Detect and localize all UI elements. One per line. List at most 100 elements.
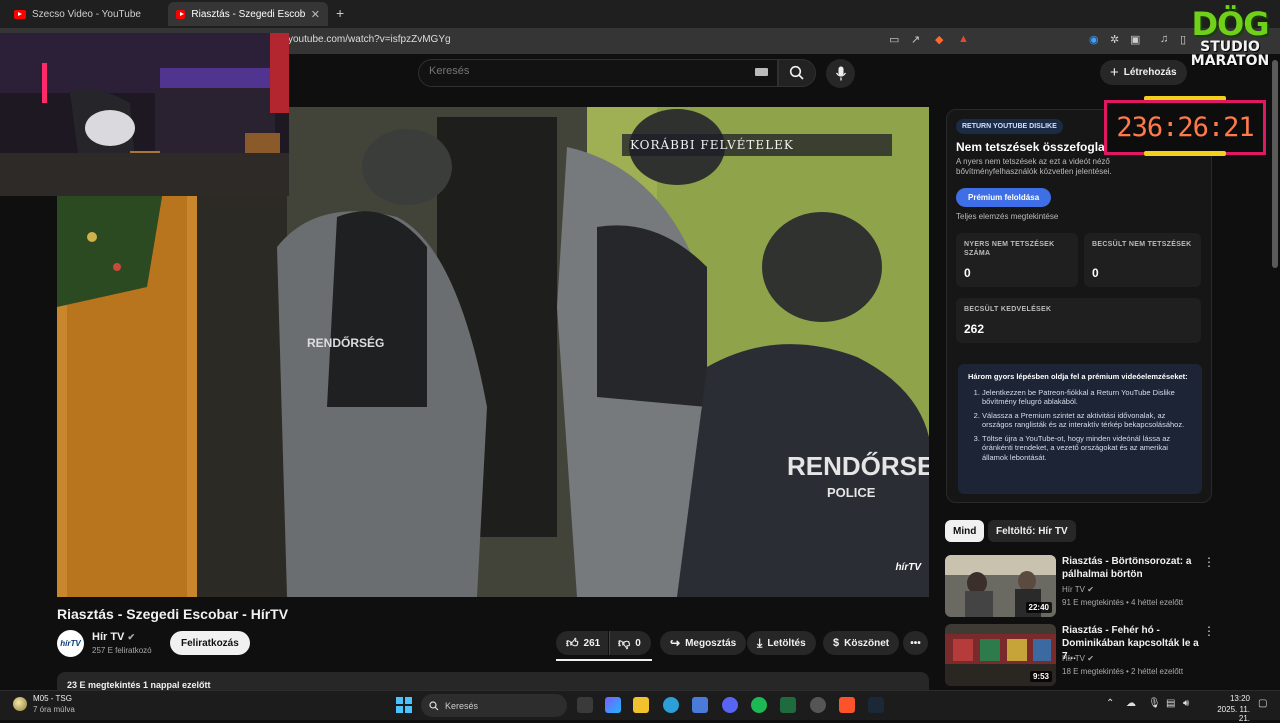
thumbs-down-icon: 👎︎	[618, 635, 631, 650]
ryd-stat-raw-dislikes: NYERS NEM TETSZÉSEK SZÁMA 0	[956, 233, 1078, 287]
media-icon[interactable]: ♫	[1160, 33, 1168, 45]
svg-text:RENDŐRSÉG: RENDŐRSÉG	[307, 335, 384, 350]
widget-subtitle: 7 óra múlva	[33, 705, 75, 714]
onedrive-icon[interactable]: ☁	[1126, 698, 1136, 709]
sports-ball-icon[interactable]	[13, 697, 27, 711]
clock-time[interactable]: 13:20	[1206, 694, 1250, 703]
recommendation-item[interactable]: 9:53 Riasztás - Fehér hó - Dominikában k…	[945, 624, 1215, 688]
video-title: Riasztás - Szegedi Escobar - HírTV	[57, 606, 289, 622]
tray-chevron-icon[interactable]: ⌃	[1106, 698, 1114, 709]
copilot-icon[interactable]	[605, 697, 621, 713]
notification-icon[interactable]: ▢	[1258, 698, 1267, 709]
ryd-premium-button[interactable]: Prémium feloldása	[956, 188, 1052, 207]
dog-studio-logo: DÖG STUDIO MARATON	[1190, 8, 1270, 88]
recommendation-item[interactable]: 22:40 Riasztás - Börtönsorozat: a pálhal…	[945, 555, 1215, 619]
discord-icon[interactable]	[722, 697, 738, 713]
share-arrow-icon: ↪	[670, 636, 681, 650]
create-button[interactable]: + Létrehozás	[1100, 60, 1187, 85]
channel-avatar[interactable]: hírTV	[57, 630, 84, 657]
recommendation-channel: Hír TV ✔	[1062, 654, 1094, 663]
like-button[interactable]: 👍︎ 261	[556, 631, 609, 655]
keyboard-icon[interactable]	[755, 68, 768, 76]
more-vertical-icon[interactable]: ⋮	[1203, 624, 1215, 638]
chip-uploader[interactable]: Feltöltő: Hír TV	[988, 520, 1076, 542]
stat-label: BECSÜLT NEM TETSZÉSEK	[1092, 241, 1192, 248]
share-label: Megosztás	[685, 637, 737, 649]
dislike-button[interactable]: 👎︎ 0	[609, 631, 651, 655]
marathon-timer: 236:26:21	[1104, 100, 1266, 155]
spotify-icon[interactable]	[751, 697, 767, 713]
tab-riasztas[interactable]: Riasztás - Szegedi Escobar - Hír ✕	[168, 2, 328, 26]
recommendation-thumbnail[interactable]: 22:40	[945, 555, 1056, 617]
widget-title[interactable]: M05 - TSG	[33, 694, 72, 703]
tab-title: Riasztás - Szegedi Escobar - Hír	[191, 8, 305, 20]
webcam-overlay	[0, 33, 289, 196]
more-vertical-icon[interactable]: ⋮	[1203, 555, 1215, 569]
cast-icon[interactable]: ▭	[889, 33, 899, 46]
recommendation-meta: 18 E megtekintés • 2 héttel ezelőtt	[1062, 667, 1184, 676]
store-icon[interactable]	[692, 697, 708, 713]
subscribe-button[interactable]: Feliratkozás	[170, 631, 250, 655]
stat-label: NYERS NEM TETSZÉSEK SZÁMA	[964, 241, 1055, 257]
channel-name-label: Hír TV	[92, 631, 125, 643]
page-scrollbar[interactable]	[1272, 60, 1278, 268]
brave-icon[interactable]	[839, 697, 855, 713]
verified-icon: ✔	[1087, 654, 1094, 663]
download-button[interactable]: ⤓ Letöltés	[747, 631, 816, 655]
taskbar-search[interactable]: Keresés	[421, 694, 567, 717]
like-ratio-bar	[556, 659, 652, 661]
channel-watermark: hírTV	[895, 562, 921, 573]
tab-title: Szecso Video - YouTube	[32, 8, 141, 20]
ryd-analysis-link[interactable]: Teljes elemzés megtekintése	[956, 212, 1058, 221]
video-caption-banner: KORÁBBI FELVÉTELEK	[622, 134, 892, 156]
search-button[interactable]	[778, 59, 816, 87]
extensions-icon[interactable]: ✲	[1110, 33, 1119, 46]
sidebar-icon[interactable]: ▯	[1180, 33, 1186, 46]
recommendation-thumbnail[interactable]: 9:53	[945, 624, 1056, 686]
ryd-title: Nem tetszések összefoglalója	[956, 140, 1126, 154]
taskbar-search-label: Keresés	[445, 700, 479, 711]
task-view-icon[interactable]	[577, 697, 593, 713]
windows-start-icon[interactable]	[396, 697, 412, 713]
brave-rewards-icon[interactable]: ▲	[958, 33, 969, 45]
logo-line-1: DÖG	[1191, 5, 1269, 43]
svg-text:POLICE: POLICE	[827, 485, 876, 500]
audio-icon[interactable]: ◉	[1089, 33, 1099, 46]
chip-all[interactable]: Mind	[945, 520, 985, 542]
share-icon[interactable]: ↗	[911, 33, 920, 46]
new-tab-button[interactable]: +	[336, 5, 344, 21]
tab-szecso-video[interactable]: Szecso Video - YouTube	[6, 2, 166, 26]
clock-date[interactable]: 2025. 11. 21.	[1206, 705, 1250, 723]
excel-icon[interactable]	[780, 697, 796, 713]
channel-name[interactable]: Hír TV ✔	[92, 631, 135, 643]
network-icon[interactable]: ▤	[1166, 698, 1175, 709]
thanks-button[interactable]: $ Köszönet	[823, 631, 900, 655]
verified-icon: ✔	[1087, 585, 1094, 594]
voice-search-button[interactable]	[826, 59, 855, 88]
wallet-icon[interactable]: ▣	[1130, 33, 1140, 46]
ryd-stat-estimated-dislikes: BECSÜLT NEM TETSZÉSEK 0	[1084, 233, 1201, 287]
recommendation-meta: 91 E megtekintés • 4 héttel ezelőtt	[1062, 598, 1184, 607]
download-icon: ⤓	[757, 635, 763, 650]
more-actions-button[interactable]: •••	[903, 631, 928, 655]
volume-icon[interactable]: 🔊︎	[1183, 698, 1189, 709]
brave-shield-icon[interactable]: ◆	[935, 33, 943, 46]
logo-line-2: STUDIO	[1200, 39, 1260, 55]
steam-icon[interactable]	[868, 697, 884, 713]
like-count: 261	[583, 637, 601, 649]
stat-value: 0	[964, 266, 971, 280]
edge-icon[interactable]	[663, 697, 679, 713]
svg-text:RENDŐRSE: RENDŐRSE	[787, 451, 929, 481]
obs-icon[interactable]	[810, 697, 826, 713]
close-tab-icon[interactable]: ✕	[311, 8, 320, 21]
ryd-panel: RETURN YOUTUBE DISLIKE Nem tetszések öss…	[946, 109, 1212, 503]
thumbs-up-icon: 👍︎	[566, 635, 579, 650]
file-explorer-icon[interactable]	[633, 697, 649, 713]
recommendation-title[interactable]: Riasztás - Börtönsorozat: a pálhalmai bö…	[1062, 555, 1202, 581]
url-field[interactable]: youtube.com/watch?v=isfpzZvMGYg	[288, 34, 451, 45]
search-input[interactable]	[429, 65, 729, 77]
ryd-steps-box: Három gyors lépésben oldja fel a prémium…	[958, 364, 1202, 494]
share-button[interactable]: ↪ Megosztás	[660, 631, 747, 655]
microphone-tray-icon[interactable]: 🎙︎	[1148, 698, 1161, 709]
description-box[interactable]: 23 E megtekintés 1 nappal ezelőtt	[57, 672, 929, 692]
